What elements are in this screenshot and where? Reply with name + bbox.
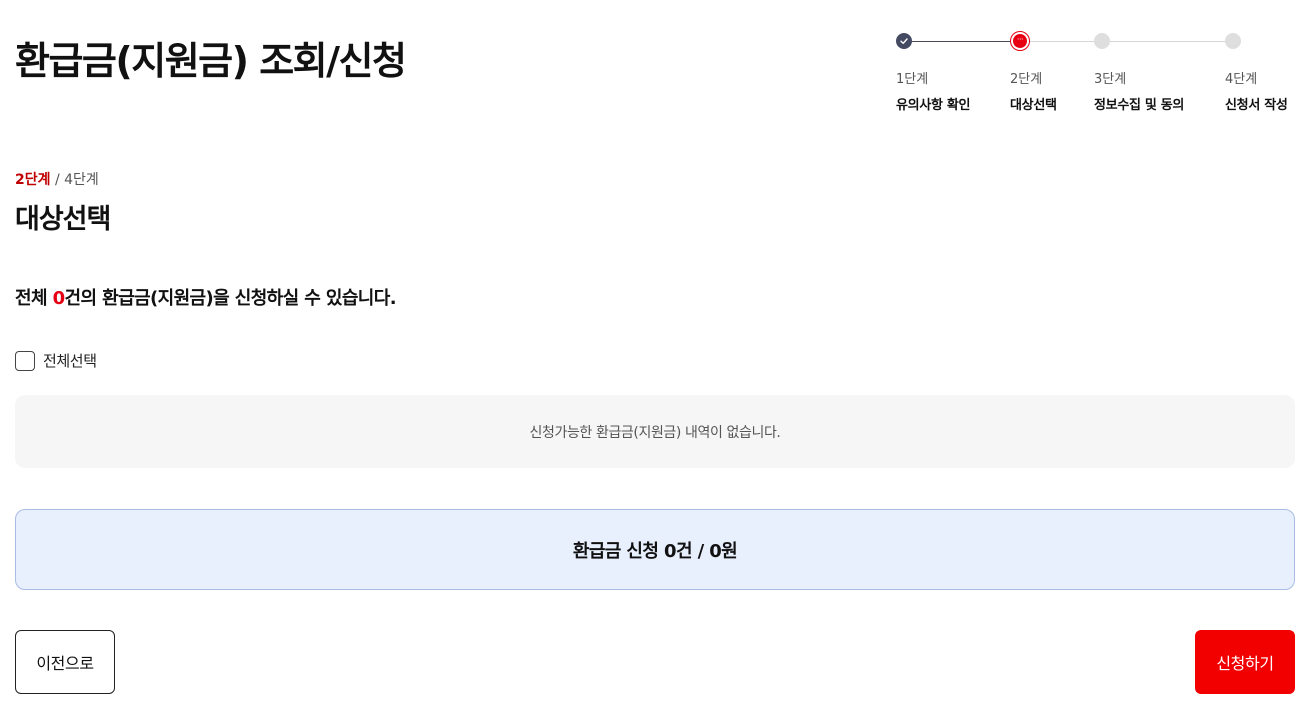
step-1-number: 1단계 (896, 72, 929, 87)
available-count: 0 (52, 288, 66, 309)
select-all[interactable]: 전체선택 (15, 350, 97, 371)
step-3-name: 정보수집 및 동의 (1094, 98, 1185, 113)
select-all-checkbox[interactable] (15, 350, 35, 371)
empty-message: 신청가능한 환급금(지원금) 내역이 없습니다. (529, 424, 781, 441)
step-3-number: 3단계 (1094, 72, 1127, 87)
check-icon (900, 38, 908, 44)
step-4-name: 신청서 작성 (1225, 98, 1288, 113)
current-step: 2단계 (15, 172, 51, 188)
empty-list-box: 신청가능한 환급금(지원금) 내역이 없습니다. (15, 395, 1295, 468)
total-steps: 4단계 (64, 172, 99, 188)
step-1-dot (896, 33, 912, 49)
apply-total-box: 환급금 신청 0건 / 0원 (15, 509, 1295, 590)
available-summary: 전체 0건의 환급금(지원금)을 신청하실 수 있습니다. (15, 284, 397, 310)
prev-button[interactable]: 이전으로 (15, 630, 115, 694)
apply-total-text: 환급금 신청 0건 / 0원 (572, 540, 738, 562)
step-3-dot (1094, 33, 1110, 49)
section-title: 대상선택 (15, 204, 111, 235)
stepper-line-todo (1020, 41, 1233, 42)
step-1-name: 유의사항 확인 (896, 98, 971, 113)
stepper-line-done (904, 41, 1020, 42)
apply-button[interactable]: 신청하기 (1195, 630, 1295, 694)
summary-suffix: 건의 환급금(지원금)을 신청하실 수 있습니다. (64, 288, 397, 309)
step-2-dot: ··· (1010, 31, 1030, 51)
progress-stepper: ··· 1단계 유의사항 확인 2단계 대상선택 3단계 정보수집 및 동의 4… (0, 0, 1310, 120)
step-2-number: 2단계 (1010, 72, 1043, 87)
summary-prefix: 전체 (15, 288, 53, 309)
step-indicator: 2단계 / 4단계 (15, 169, 99, 189)
ellipsis-icon: ··· (1016, 34, 1024, 44)
step-2-name: 대상선택 (1010, 98, 1057, 113)
step-4-number: 4단계 (1225, 72, 1258, 87)
step-separator: / (50, 172, 65, 188)
step-4-dot (1225, 33, 1241, 49)
select-all-label: 전체선택 (43, 352, 97, 370)
